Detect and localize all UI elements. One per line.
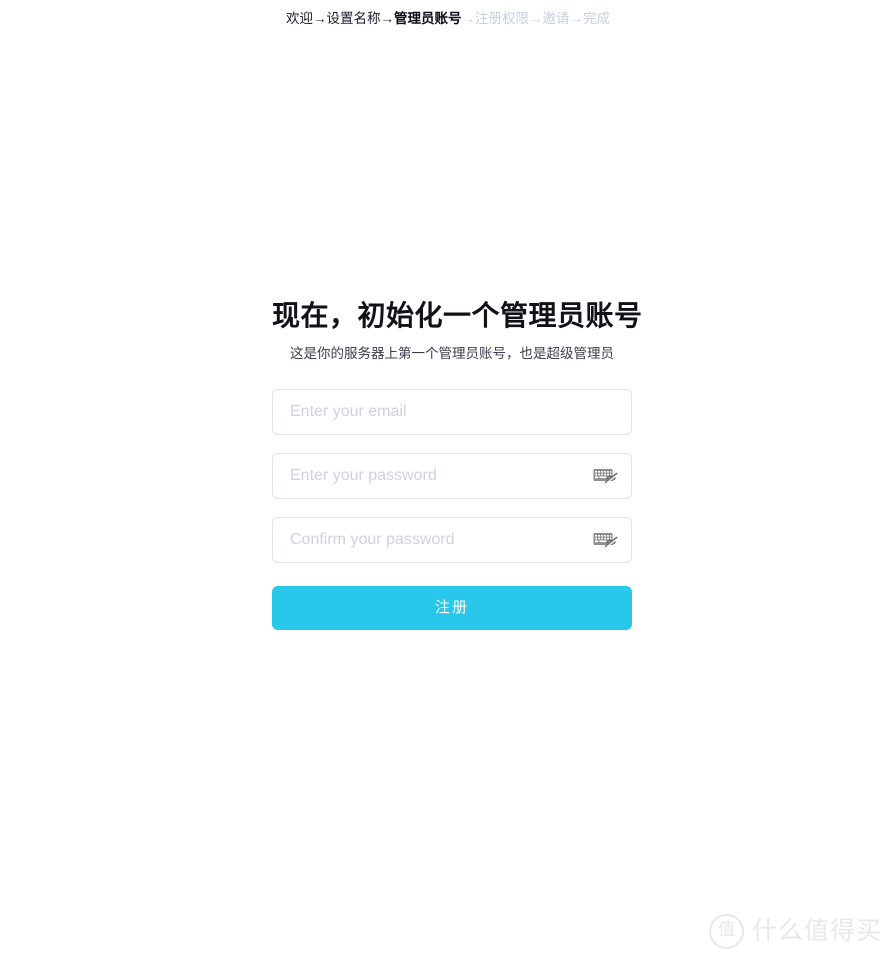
watermark-text: 什么值得买 [751, 917, 882, 945]
register-button[interactable]: 注册 [272, 586, 632, 630]
confirm-password-field-wrapper [272, 517, 632, 563]
admin-registration-form: 注册 [272, 389, 632, 630]
watermark-logo-icon: 值 [708, 914, 744, 949]
password-input[interactable] [272, 453, 632, 499]
confirm-password-input[interactable] [272, 517, 632, 563]
password-field-wrapper [272, 453, 632, 499]
page-body: 现在，初始化一个管理员账号 这是你的服务器上第一个管理员账号，也是超级管理员 E… [0, 0, 896, 959]
page-subtitle: 这是你的服务器上第一个管理员账号，也是超级管理员 [290, 346, 614, 361]
admin-setup-card: 现在，初始化一个管理员账号 这是你的服务器上第一个管理员账号，也是超级管理员 E… [272, 297, 643, 630]
watermark: 值 什么值得买 [708, 914, 882, 949]
email-field-wrapper [272, 389, 632, 435]
page-title: 现在，初始化一个管理员账号 [272, 300, 643, 331]
email-input[interactable] [272, 389, 632, 435]
